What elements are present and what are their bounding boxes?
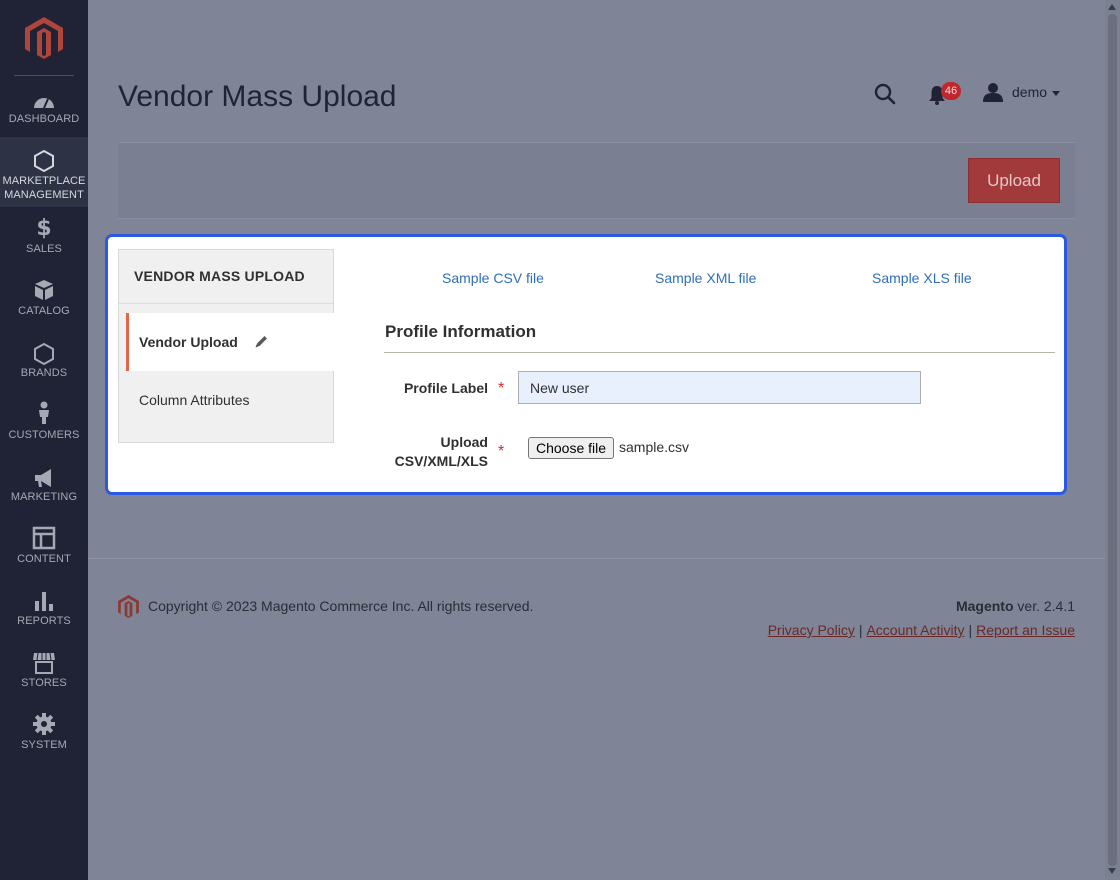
nav-customers-label: CUSTOMERS xyxy=(8,429,80,441)
store-icon xyxy=(33,652,55,674)
nav-catalog[interactable]: CATALOG xyxy=(0,274,88,344)
person-icon xyxy=(39,401,49,424)
nav-content-label: CONTENT xyxy=(17,553,71,565)
nav-system[interactable]: SYSTEM xyxy=(0,708,88,778)
selected-file-name: sample.csv xyxy=(619,439,690,455)
dashboard-icon xyxy=(34,98,54,109)
nav-sales[interactable]: $ SALES xyxy=(0,212,88,282)
upload-label-line1: Upload xyxy=(440,434,488,450)
search-icon[interactable] xyxy=(874,83,896,105)
nav-reports-label: REPORTS xyxy=(17,615,71,627)
nav-marketplace-management[interactable]: MARKETPLACE MANAGEMENT xyxy=(0,137,88,207)
upload-required-marker: * xyxy=(498,443,505,460)
sample-xml-link[interactable]: Sample XML file xyxy=(655,270,756,286)
nav-marketing-label: MARKETING xyxy=(10,491,78,503)
choose-file-button[interactable]: Choose file xyxy=(528,437,614,459)
tabs-title-divider xyxy=(119,303,333,304)
upload-label-line2: CSV/XML/XLS xyxy=(394,453,488,469)
link-separator: | xyxy=(968,622,973,638)
upload-button[interactable]: Upload xyxy=(968,158,1060,203)
sample-csv-link[interactable]: Sample CSV file xyxy=(442,270,544,286)
user-icon[interactable] xyxy=(983,82,1003,102)
footer-links: Privacy Policy | Account Activity | Report a… xyxy=(700,622,1075,638)
version-number: ver. 2.4.1 xyxy=(1017,598,1075,614)
page-title: Vendor Mass Upload xyxy=(118,80,397,113)
section-divider xyxy=(384,352,1055,353)
scroll-down-icon[interactable] xyxy=(1108,868,1116,874)
nav-sales-label: SALES xyxy=(26,243,62,255)
hexagon-icon xyxy=(34,149,54,173)
nav-brands[interactable]: BRANDS xyxy=(0,336,88,406)
tab-vendor-upload-label[interactable]: Vendor Upload xyxy=(139,334,238,350)
notification-count-badge[interactable]: 46 xyxy=(941,82,961,100)
magento-logo xyxy=(118,595,139,618)
nav-dashboard-label: DASHBOARD xyxy=(8,113,80,125)
nav-marketplace-label-line2: MANAGEMENT xyxy=(4,189,84,201)
profile-label-input[interactable] xyxy=(518,371,921,404)
scrollbar-thumb[interactable] xyxy=(1108,14,1117,866)
link-separator: | xyxy=(858,622,863,638)
section-title: Profile Information xyxy=(385,322,537,341)
nav-customers[interactable]: CUSTOMERS xyxy=(0,398,88,468)
nav-reports[interactable]: REPORTS xyxy=(0,584,88,654)
cube-icon xyxy=(35,280,53,300)
logo-divider xyxy=(14,75,74,76)
pencil-icon xyxy=(255,336,267,348)
profile-label-label: Profile Label xyxy=(403,380,488,396)
dollar-icon: $ xyxy=(36,216,52,241)
tabs-title: VENDOR MASS UPLOAD xyxy=(134,268,305,284)
tab-column-attributes[interactable]: Column Attributes xyxy=(139,392,250,408)
footer-divider xyxy=(88,558,1105,559)
bar-chart-icon xyxy=(35,592,53,611)
nav-brands-label: BRANDS xyxy=(20,367,68,379)
privacy-policy-link[interactable]: Privacy Policy xyxy=(768,622,855,638)
copyright-text: Copyright © 2023 Magento Commerce Inc. A… xyxy=(148,598,534,614)
megaphone-icon xyxy=(35,469,51,487)
gear-icon xyxy=(33,713,55,735)
sample-xls-link[interactable]: Sample XLS file xyxy=(872,270,972,286)
nav-system-label: SYSTEM xyxy=(21,739,67,751)
version-info: Magento ver. 2.4.1 xyxy=(880,598,1075,614)
layout-icon xyxy=(32,526,56,550)
profile-label-required-marker: * xyxy=(498,380,505,397)
account-activity-link[interactable]: Account Activity xyxy=(866,622,964,638)
nav-stores[interactable]: STORES xyxy=(0,646,88,716)
user-menu-name[interactable]: demo xyxy=(1012,84,1047,100)
chevron-down-icon[interactable] xyxy=(1052,91,1060,96)
nav-content[interactable]: CONTENT xyxy=(0,522,88,592)
nav-marketplace-label-line1: MARKETPLACE xyxy=(2,175,86,187)
version-brand: Magento xyxy=(955,598,1014,614)
nav-catalog-label: CATALOG xyxy=(18,305,70,317)
nav-marketing[interactable]: MARKETING xyxy=(0,460,88,530)
report-issue-link[interactable]: Report an Issue xyxy=(976,622,1075,638)
admin-sidebar: DASHBOARD MARKETPLACE MANAGEMENT $ SALES… xyxy=(0,0,88,880)
hexagon-icon xyxy=(34,342,54,366)
magento-logo[interactable] xyxy=(25,17,63,59)
nav-stores-label: STORES xyxy=(21,677,67,689)
scroll-up-icon[interactable] xyxy=(1108,4,1116,10)
page-actions-bar xyxy=(118,142,1075,219)
